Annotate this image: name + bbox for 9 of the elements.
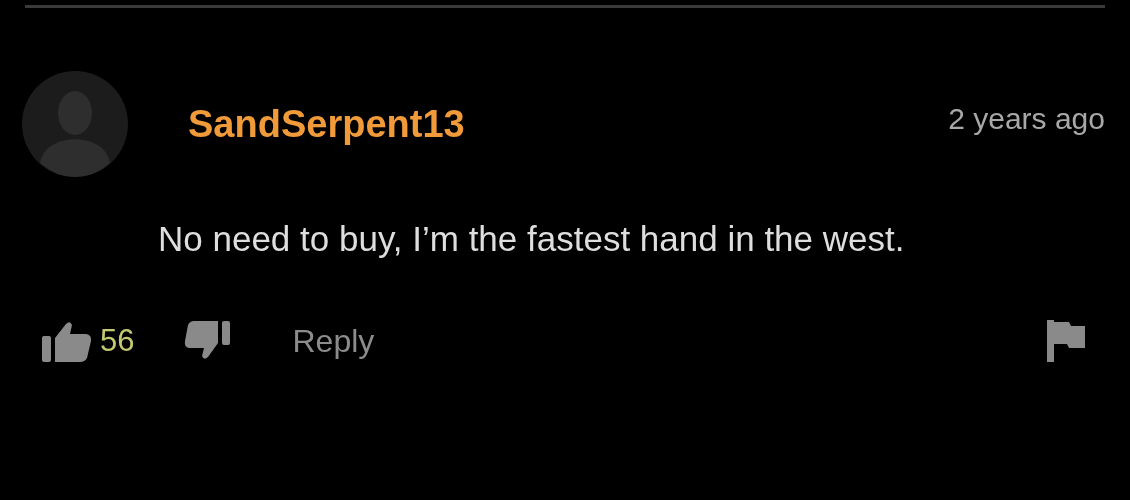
reply-button[interactable]: Reply <box>292 317 375 365</box>
avatar-icon <box>22 71 128 177</box>
username[interactable]: SandSerpent13 <box>188 105 465 143</box>
thumbs-up-icon[interactable] <box>42 320 92 362</box>
flag-icon[interactable] <box>1047 320 1085 362</box>
comment-text: No need to buy, I’m the fastest hand in the west. <box>158 218 906 260</box>
timestamp: 2 years ago <box>948 104 1105 134</box>
like-count: 56 <box>100 321 135 360</box>
thumbs-down-icon[interactable] <box>184 321 231 361</box>
